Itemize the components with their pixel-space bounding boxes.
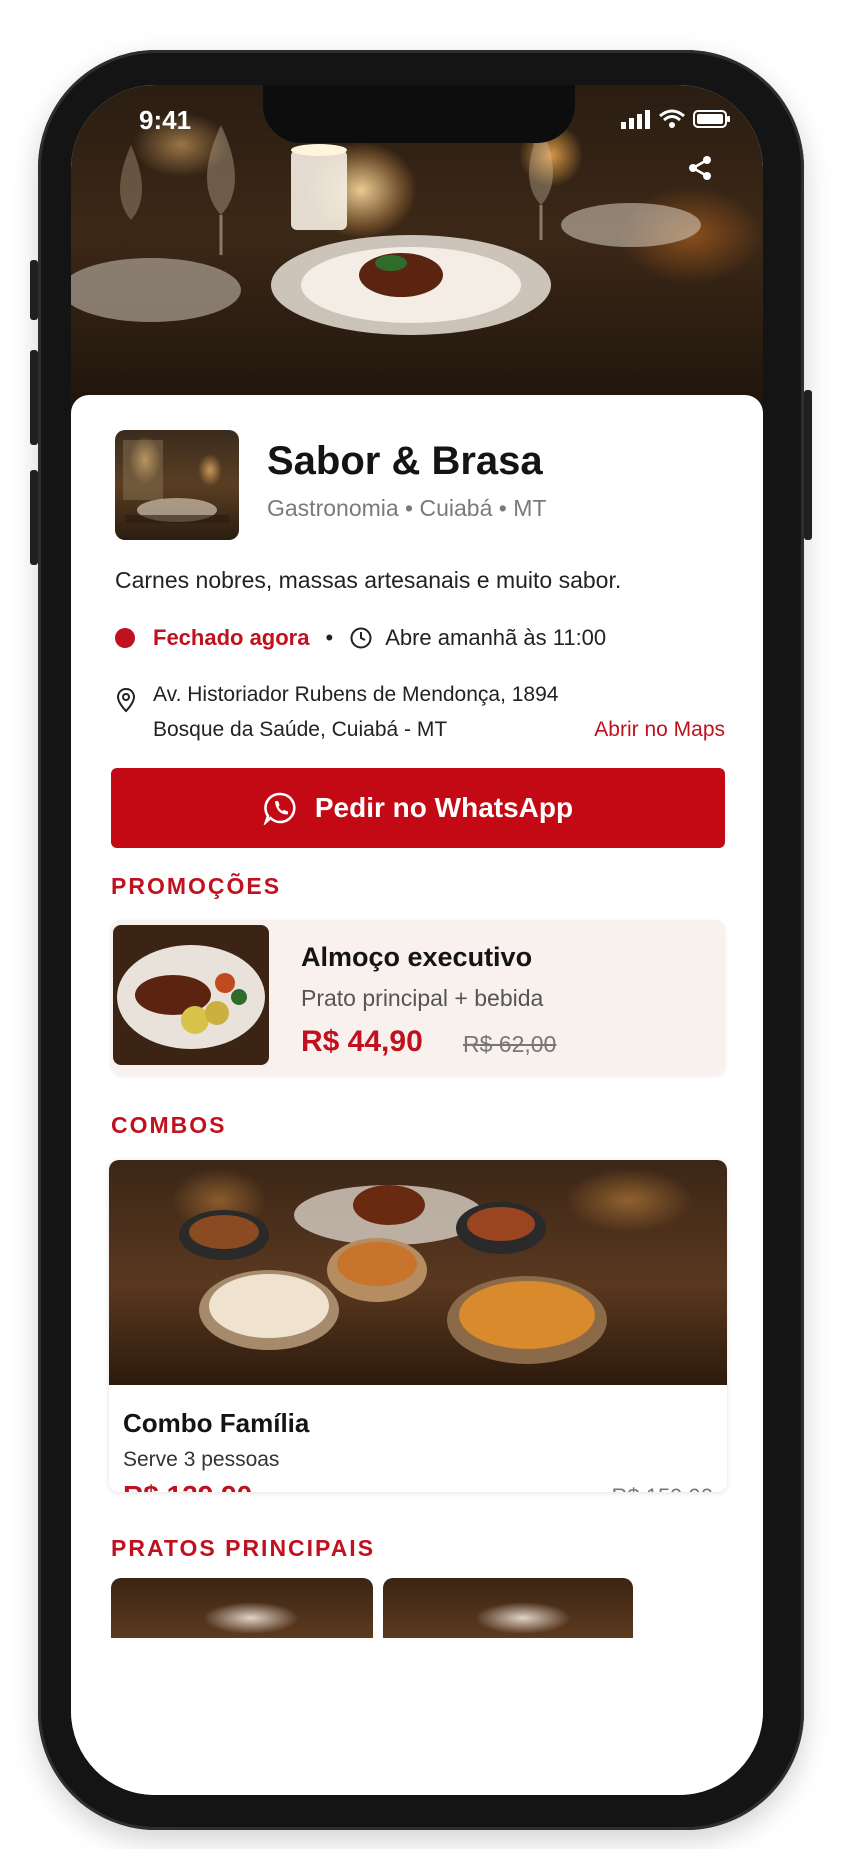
volume-up-button [30,350,38,445]
combo-price: R$ 129,90 [123,1480,252,1492]
restaurant-card: Sabor & Brasa Gastronomia • Cuiabá • MT … [71,395,763,1795]
app-screen: 9:41 Sabor & Brasa Gastronomia • Cuiabá … [71,85,763,1795]
promotion-price: R$ 44,90 [301,1025,423,1058]
whatsapp-button-label: Pedir no WhatsApp [314,792,574,823]
restaurant-name: Sabor & Brasa [267,439,543,483]
combo-title: Combo Família [123,1408,310,1438]
restaurant-tagline: Carnes nobres, massas artesanais e muito… [115,567,622,593]
promotion-description: Prato principal + bebida [301,985,544,1011]
combo-card[interactable]: Combo Família Serve 3 pessoas R$ 129,90 … [109,1160,727,1492]
address-line-2: Bosque da Saúde, Cuiabá - MT [153,718,448,741]
promotion-title: Almoço executivo [301,942,533,972]
whatsapp-order-button[interactable]: Pedir no WhatsApp [111,768,725,848]
opening-status: Fechado agora • Abre amanhã às 11:00 [115,625,606,651]
address-line-1: Av. Historiador Rubens de Mendonça, 1894 [153,683,559,706]
share-icon [689,156,711,180]
dish-card[interactable] [111,1578,373,1638]
combo-description: Serve 3 pessoas [123,1448,280,1471]
closed-status: Fechado agora [153,625,310,650]
restaurant-category: Gastronomia • Cuiabá • MT [267,495,547,521]
open-maps-link[interactable]: Abrir no Maps [594,718,725,742]
status-separator: • [325,625,334,650]
section-title-combos: COMBOS [111,1112,227,1138]
promotion-card[interactable]: Almoço executivo Prato principal + bebid… [111,920,725,1075]
wifi-icon [659,109,685,128]
promotion-image [113,925,269,1065]
power-button [804,390,812,540]
closed-indicator-dot [115,628,135,648]
status-icons [621,109,731,129]
status-bar: 9:41 [71,85,763,155]
section-title-promotions: PROMOÇÕES [111,873,282,899]
battery-icon [693,110,730,128]
opening-time: Abre amanhã às 11:00 [385,625,607,650]
combo-image [109,1160,727,1385]
section-title-main-dishes: PRATOS PRINCIPAIS [111,1535,376,1561]
volume-down-button [30,470,38,565]
whatsapp-icon [263,792,296,825]
location-pin-icon [116,687,136,713]
promotion-image-illustration [117,945,265,1049]
combo-image-illustration [179,1185,607,1364]
restaurant-thumbnail [115,430,239,540]
signal-icon [621,110,650,129]
share-button[interactable] [677,145,723,191]
hero-image: 9:41 [71,85,763,415]
promotion-old-price: R$ 62,00 [463,1031,557,1057]
restaurant-thumbnail-illustration [123,440,229,523]
status-time: 9:41 [139,105,192,135]
mute-switch [30,260,38,320]
combo-old-price: R$ 159,90 [611,1484,713,1492]
dish-card[interactable] [383,1578,633,1638]
clock-icon [350,627,372,649]
notch [263,85,575,143]
